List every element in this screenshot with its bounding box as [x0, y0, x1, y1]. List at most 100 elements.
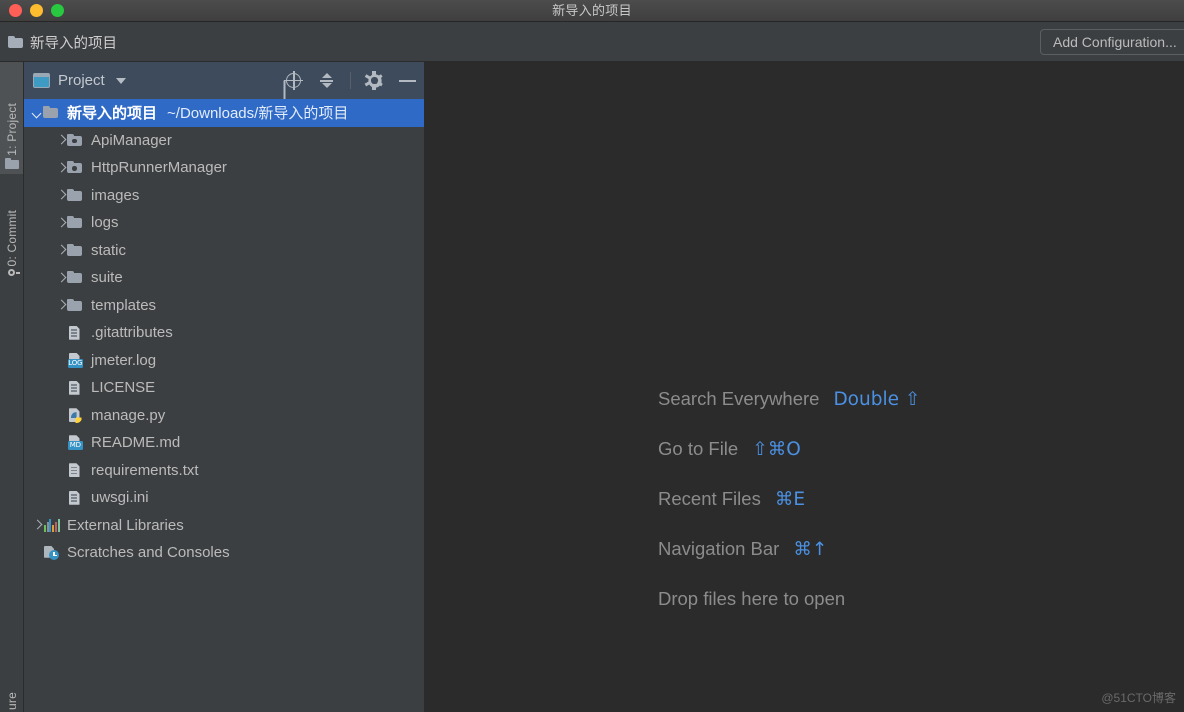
folder-icon	[67, 215, 84, 230]
target-icon[interactable]	[284, 71, 303, 90]
source-folder-icon	[67, 133, 84, 148]
tree-row-label: images	[91, 186, 140, 204]
tree-row[interactable]: static	[24, 237, 424, 265]
text-file-icon	[67, 325, 84, 340]
editor-area[interactable]: Search Everywhere Double ⇧ Go to File ⇧⌘O Re…	[426, 62, 1184, 712]
sidebar-item-structure-label: ure	[4, 692, 19, 710]
tree-row[interactable]: LICENSE	[24, 374, 424, 402]
chevron-right-icon[interactable]	[56, 245, 67, 256]
tree-row-label: README.md	[91, 434, 181, 452]
tree-row[interactable]: 新导入的项目 ~/Downloads/新导入的项目	[24, 99, 424, 127]
external-libraries-icon	[43, 518, 60, 533]
folder-icon	[67, 298, 84, 313]
python-file-icon	[67, 408, 84, 424]
project-panel-actions	[284, 62, 417, 99]
tree-row-label: jmeter.log	[91, 351, 157, 369]
tree-row-label: External Libraries	[67, 516, 184, 534]
editor-hint: Search Everywhere Double ⇧	[658, 374, 920, 424]
collapse-all-icon[interactable]	[317, 71, 336, 90]
tree-row[interactable]: manage.py	[24, 402, 424, 430]
text-file-icon	[67, 490, 84, 505]
chevron-right-icon[interactable]	[56, 272, 67, 283]
tree-row-label: logs	[91, 214, 119, 232]
tree-row[interactable]: External Libraries	[24, 512, 424, 540]
tree-row[interactable]: Scratches and Consoles	[24, 539, 424, 567]
sidebar-item-project[interactable]: 1: Project	[0, 62, 23, 174]
tree-row[interactable]: ApiManager	[24, 127, 424, 155]
editor-hints: Search Everywhere Double ⇧ Go to File ⇧⌘O Re…	[658, 374, 920, 624]
commit-icon	[5, 266, 20, 280]
tree-row[interactable]: MD README.md	[24, 429, 424, 457]
tree-row-label: .gitattributes	[91, 324, 173, 342]
chevron-right-icon[interactable]	[56, 300, 67, 311]
tree-row-path: ~/Downloads/新导入的项目	[167, 105, 349, 123]
editor-hint-label: Drop files here to open	[658, 588, 846, 609]
tree-row[interactable]: logs	[24, 209, 424, 237]
tree-row[interactable]: requirements.txt	[24, 457, 424, 485]
sidebar-item-project-label: 1: Project	[4, 103, 19, 156]
tree-row[interactable]: .gitattributes	[24, 319, 424, 347]
editor-hint: Recent Files ⌘E	[658, 474, 920, 524]
sidebar-item-commit[interactable]: 0: Commit	[0, 186, 23, 286]
tree-row[interactable]: templates	[24, 292, 424, 320]
editor-hint-shortcut: ⌘↑	[793, 538, 828, 560]
chevron-right-icon[interactable]	[56, 217, 67, 228]
chevron-right-icon[interactable]	[56, 190, 67, 201]
minus-icon[interactable]	[398, 71, 417, 90]
chevron-down-icon[interactable]	[32, 107, 43, 118]
text-file-icon	[67, 463, 84, 478]
tree-row[interactable]: images	[24, 182, 424, 210]
project-panel-title-group[interactable]: Project	[33, 72, 126, 89]
breadcrumb[interactable]: 新导入的项目	[8, 22, 117, 62]
title-bar: 新导入的项目	[0, 0, 1184, 22]
project-folder-icon	[4, 158, 19, 169]
project-window-icon	[33, 73, 50, 88]
folder-icon	[43, 105, 60, 120]
navigation-bar: 新导入的项目 Add Configuration...	[0, 22, 1184, 62]
tree-row-label: LICENSE	[91, 379, 156, 397]
project-tool-window: Project 新导入的项目 ~/Downloads/新导入的项目 ApiManag…	[24, 62, 425, 712]
add-configuration-button[interactable]: Add Configuration...	[1040, 29, 1184, 55]
tree-row-label: requirements.txt	[91, 461, 199, 479]
folder-icon	[67, 243, 84, 258]
editor-hint-shortcut: ⌘E	[774, 488, 806, 510]
project-panel-title: Project	[58, 72, 105, 89]
tree-row-label: HttpRunnerManager	[91, 159, 227, 177]
sidebar-item-commit-label: 0: Commit	[4, 209, 19, 266]
editor-hint: Drop files here to open	[658, 574, 920, 624]
tree-row-label: manage.py	[91, 406, 166, 424]
project-tree[interactable]: 新导入的项目 ~/Downloads/新导入的项目 ApiManager HttpRu…	[24, 99, 424, 712]
editor-hint-label: Go to File	[658, 438, 739, 459]
tree-row-label: Scratches and Consoles	[67, 544, 230, 562]
chevron-right-icon[interactable]	[32, 520, 43, 531]
sidebar-item-structure[interactable]: ure	[0, 660, 23, 712]
folder-icon	[67, 188, 84, 203]
chevron-right-icon[interactable]	[56, 135, 67, 146]
editor-hint-label: Recent Files	[658, 488, 761, 509]
folder-icon	[67, 270, 84, 285]
tree-row-label: ApiManager	[91, 131, 172, 149]
editor-hint: Go to File ⇧⌘O	[658, 424, 920, 474]
tree-row[interactable]: LOG jmeter.log	[24, 347, 424, 375]
source-folder-icon	[67, 160, 84, 175]
tree-row[interactable]: suite	[24, 264, 424, 292]
editor-hint-label: Navigation Bar	[658, 538, 780, 559]
editor-hint-shortcut: Double ⇧	[833, 388, 921, 410]
toolbar-separator	[350, 72, 351, 89]
tree-row-label: uwsgi.ini	[91, 489, 149, 507]
tree-row[interactable]: HttpRunnerManager	[24, 154, 424, 182]
gear-icon[interactable]	[364, 71, 384, 90]
editor-hint-shortcut: ⇧⌘O	[752, 438, 801, 460]
tree-row[interactable]: uwsgi.ini	[24, 484, 424, 512]
chevron-down-icon[interactable]	[115, 77, 126, 84]
chevron-right-icon[interactable]	[56, 162, 67, 173]
folder-icon	[8, 36, 23, 48]
